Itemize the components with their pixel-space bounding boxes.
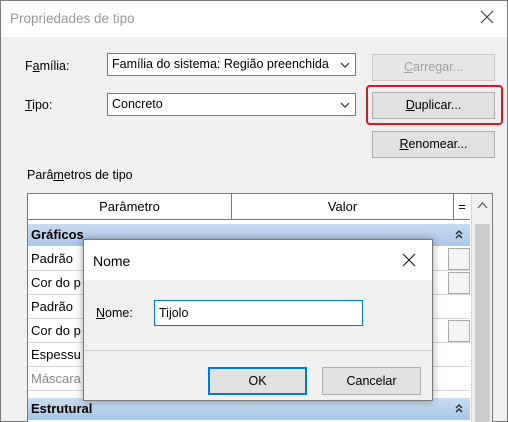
tipo-label: Tipo: [25,98,53,112]
nome-input[interactable] [155,301,362,325]
row-label: Espessu [31,347,81,362]
scroll-thumb[interactable] [475,224,490,422]
type-properties-window: Propriedades de tipo Família: Família do… [0,0,508,422]
title-bar: Propriedades de tipo [1,1,507,37]
col-header-parametro[interactable]: Parâmetro [28,194,232,220]
dialog-separator [84,350,432,351]
row-edit-button[interactable] [448,248,470,270]
nome-dialog: Nome Nome: OK Cancelar [83,239,433,401]
dialog-title-bar: Nome [84,240,432,280]
renomear-button[interactable]: Renomear... [372,131,495,158]
row-label: Cor do p [31,323,81,338]
nome-field-label: Nome: [96,306,133,320]
familia-dropdown[interactable]: Família do sistema: Região preenchida [107,53,356,76]
tipo-dropdown[interactable]: Concreto [107,93,356,116]
duplicar-highlight [366,85,503,125]
col-header-valor[interactable]: Valor [232,194,454,220]
group-label: Estrutural [31,401,93,416]
dialog-title: Nome [93,253,131,269]
scroll-up-icon[interactable] [477,201,488,209]
collapse-icon[interactable] [454,229,464,239]
vertical-scrollbar[interactable] [471,194,492,422]
chevron-down-icon [340,102,350,108]
group-estrutural[interactable]: Estrutural [28,398,470,420]
collapse-icon[interactable] [454,403,464,413]
familia-value: Família do sistema: Região preenchida [112,57,329,71]
nome-input-wrapper[interactable] [154,300,363,326]
close-icon[interactable] [477,7,497,27]
row-edit-button[interactable] [448,272,470,294]
ok-button[interactable]: OK [208,367,307,395]
params-section-label: Parâmetros de tipo [27,168,133,182]
familia-label: Família: [25,59,70,73]
window-title: Propriedades de tipo [10,11,135,26]
chevron-down-icon [340,62,350,68]
carregar-button[interactable]: Carregar... [372,54,495,81]
row-label: Padrão [31,251,73,266]
cancel-button[interactable]: Cancelar [322,367,421,395]
tipo-value: Concreto [112,97,163,111]
row-label: Padrão [31,299,73,314]
row-label: Máscara [31,371,81,386]
row-label: Cor do p [31,275,81,290]
row-edit-button[interactable] [448,320,470,342]
group-label: Gráficos [31,227,84,242]
col-header-eq[interactable]: = [454,194,470,220]
close-icon[interactable] [402,253,416,267]
